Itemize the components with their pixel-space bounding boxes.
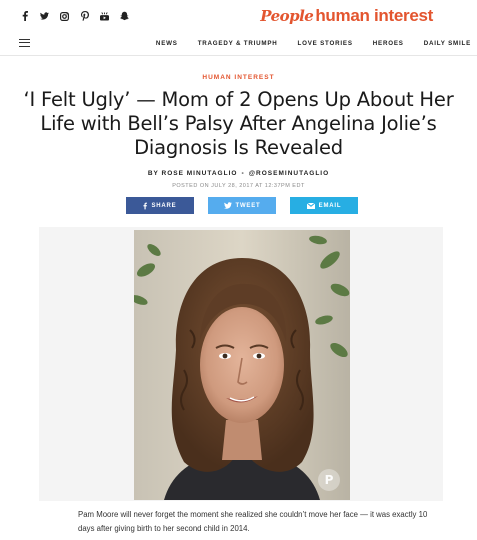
twitter-icon[interactable]	[40, 11, 49, 21]
nav-items: NEWS TRAGEDY & TRIUMPH LOVE STORIES HERO…	[156, 40, 471, 47]
email-share-label: EMAIL	[318, 202, 342, 209]
byline: BY ROSE MINUTAGLIO • @ROSEMINUTAGLIO	[0, 170, 477, 177]
facebook-icon	[143, 202, 148, 209]
people-logo: People	[260, 7, 314, 25]
section-logo: human interest	[315, 6, 433, 25]
twitter-share-button[interactable]: TWEET	[208, 197, 276, 214]
header-divider	[0, 55, 477, 56]
nav-item-tragedy-triumph[interactable]: TRAGEDY & TRIUMPH	[198, 40, 278, 47]
article-body-paragraph: Pam Moore will never forget the moment s…	[78, 510, 428, 533]
instagram-icon[interactable]	[60, 11, 69, 21]
nav-bar: NEWS TRAGEDY & TRIUMPH LOVE STORIES HERO…	[0, 34, 477, 54]
pinterest-save-button[interactable]: P	[318, 469, 340, 491]
twitter-share-label: TWEET	[235, 202, 261, 209]
facebook-icon[interactable]	[20, 11, 29, 21]
nav-item-love-stories[interactable]: LOVE STORIES	[298, 40, 353, 47]
top-bar: People human interest	[0, 0, 477, 34]
brand-logo[interactable]: People human interest	[260, 6, 433, 26]
nav-item-daily-smile[interactable]: DAILY SMILE	[424, 40, 471, 47]
article-headline: ‘I Felt Ugly’ — Mom of 2 Opens Up About …	[23, 88, 454, 159]
article-photo	[134, 230, 350, 500]
email-share-button[interactable]: EMAIL	[290, 197, 358, 214]
youtube-icon[interactable]	[100, 11, 109, 21]
snapchat-icon[interactable]	[120, 11, 129, 21]
byline-author[interactable]: BY ROSE MINUTAGLIO	[148, 170, 238, 177]
article-category[interactable]: HUMAN INTEREST	[0, 74, 477, 81]
twitter-icon	[223, 202, 232, 209]
email-icon	[306, 202, 315, 209]
nav-item-news[interactable]: NEWS	[156, 40, 178, 47]
byline-separator: •	[241, 170, 245, 177]
pinterest-icon: P	[324, 473, 334, 487]
facebook-share-button[interactable]: SHARE	[126, 197, 194, 214]
facebook-share-label: SHARE	[151, 202, 177, 209]
social-links	[20, 11, 129, 21]
pinterest-icon[interactable]	[80, 11, 89, 21]
hamburger-menu-icon[interactable]	[19, 39, 30, 47]
share-buttons: SHARE TWEET EMAIL	[126, 197, 358, 214]
nav-item-heroes[interactable]: HEROES	[373, 40, 404, 47]
posted-timestamp: POSTED ON JULY 28, 2017 AT 12:37PM EDT	[172, 183, 305, 189]
byline-handle[interactable]: @ROSEMINUTAGLIO	[249, 170, 329, 177]
